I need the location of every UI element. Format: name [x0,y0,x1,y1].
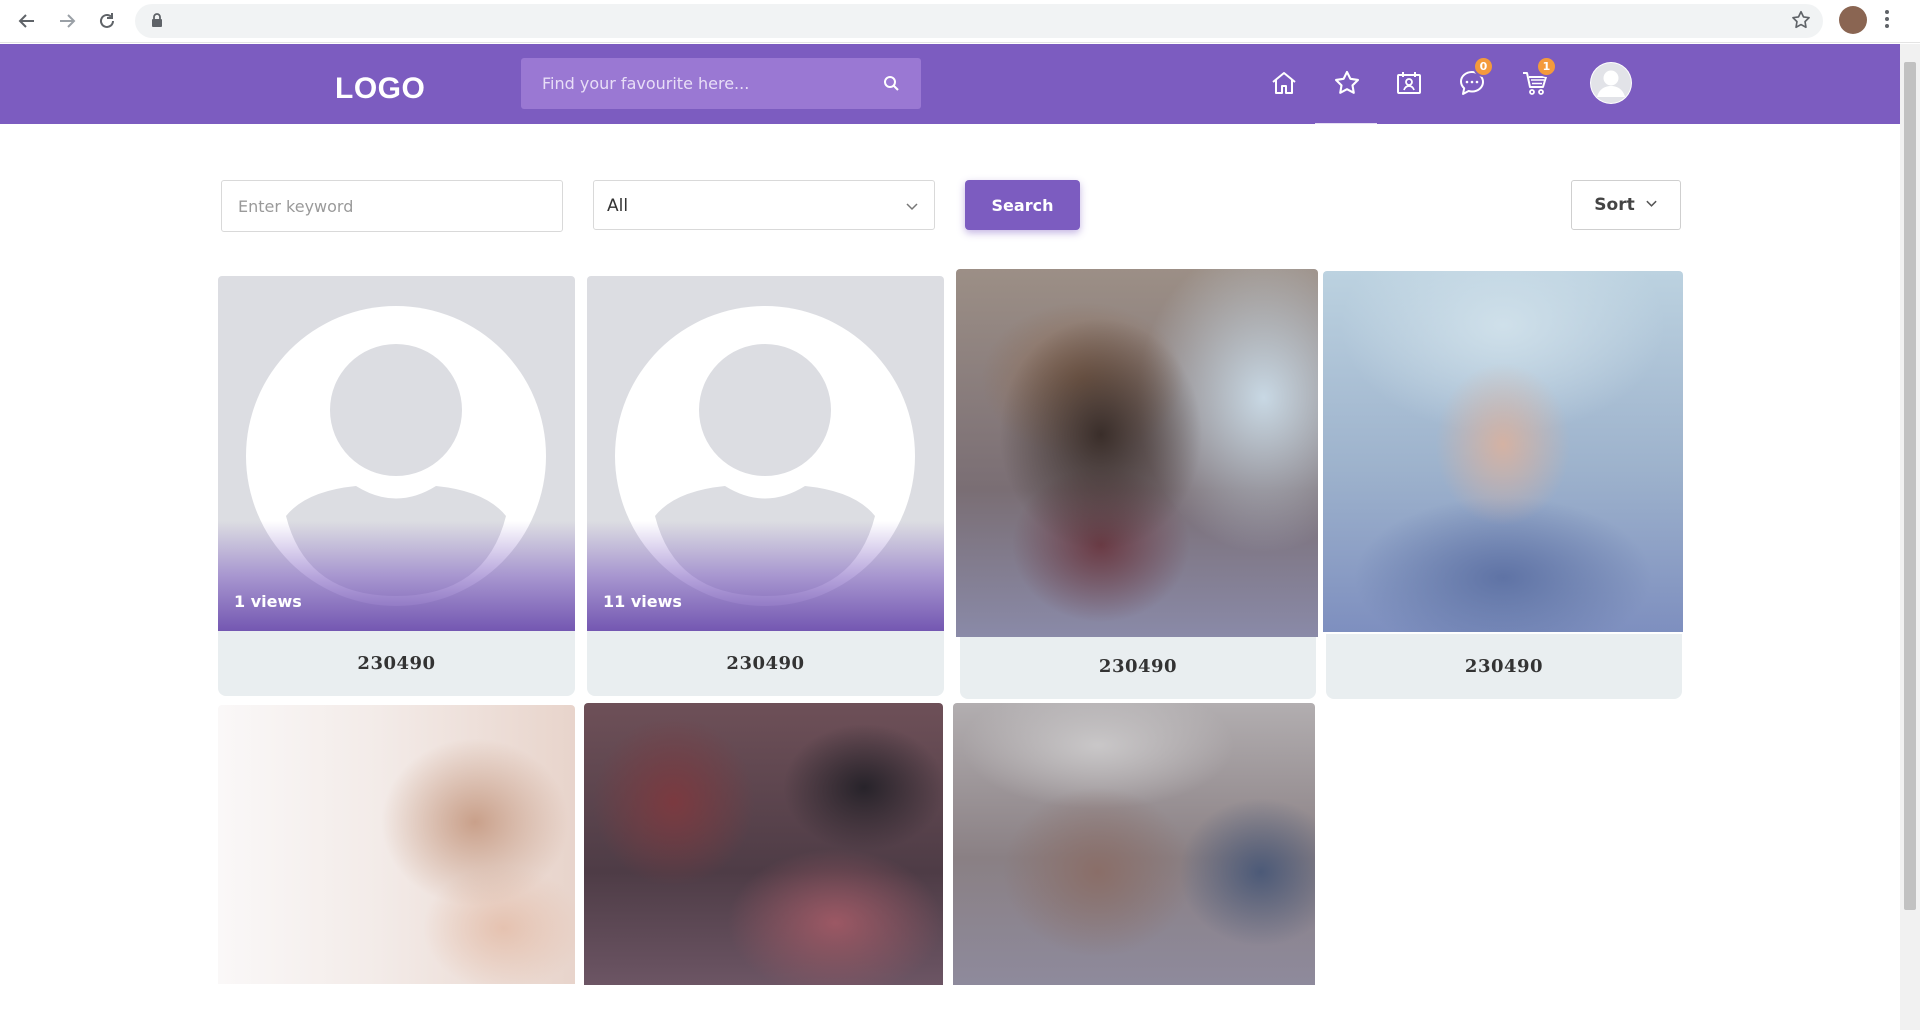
star-icon[interactable] [1315,66,1377,125]
profile-card[interactable] [584,703,943,985]
scrollbar-thumb[interactable] [1904,62,1916,910]
cart-icon[interactable]: 1 [1518,56,1557,100]
lock-icon [151,13,163,32]
card-name: 230490 [218,631,575,696]
menu-kebab-icon[interactable] [1884,9,1890,34]
site-logo[interactable]: LOGO [335,72,425,106]
forward-icon[interactable] [54,8,80,34]
profile-card[interactable]: 230490 [1323,271,1683,699]
keyword-input[interactable] [222,181,562,231]
page-scrollbar[interactable] [1900,44,1920,1030]
profile-card[interactable] [218,705,575,984]
profile-card[interactable] [953,703,1315,985]
view-count: 11 views [603,592,682,611]
browser-toolbar [0,0,1920,43]
user-avatar[interactable] [1590,62,1632,104]
header-search [521,58,921,109]
bookmark-star-icon[interactable] [1790,9,1812,36]
profile-photo [953,703,1315,985]
search-icon[interactable] [883,75,900,97]
back-icon[interactable] [14,8,40,34]
profile-photo [584,703,943,985]
profile-photo [956,269,1318,637]
contacts-icon[interactable] [1392,66,1426,100]
sort-button[interactable]: Sort [1571,180,1681,230]
profile-card[interactable]: 1 views 230490 [218,276,575,696]
search-button[interactable]: Search [965,180,1080,230]
site-header: LOGO 0 1 [0,44,1900,125]
reload-icon[interactable] [94,8,120,34]
cart-badge: 1 [1536,56,1557,77]
card-name: 230490 [960,634,1316,699]
profile-card[interactable]: 230490 [956,269,1318,699]
profile-photo [1323,271,1683,632]
chat-icon[interactable]: 0 [1455,56,1494,100]
profile-avatar[interactable] [1839,6,1867,34]
home-icon[interactable] [1267,66,1301,100]
profile-photo [218,705,575,984]
address-bar[interactable] [135,4,1823,38]
profile-card[interactable]: 11 views 230490 [587,276,944,696]
chevron-down-icon [905,198,919,218]
chat-badge: 0 [1473,56,1494,77]
category-selected-value: All [607,196,629,216]
card-name: 230490 [587,631,944,696]
card-name: 230490 [1326,634,1682,699]
chevron-down-icon [1645,195,1658,215]
keyword-field [221,180,563,232]
default-avatar-image: 1 views [218,276,575,631]
category-select[interactable]: All [593,180,935,230]
view-count: 1 views [234,592,302,611]
default-avatar-image: 11 views [587,276,944,631]
header-search-input[interactable] [521,58,881,109]
sort-label: Sort [1594,195,1635,215]
